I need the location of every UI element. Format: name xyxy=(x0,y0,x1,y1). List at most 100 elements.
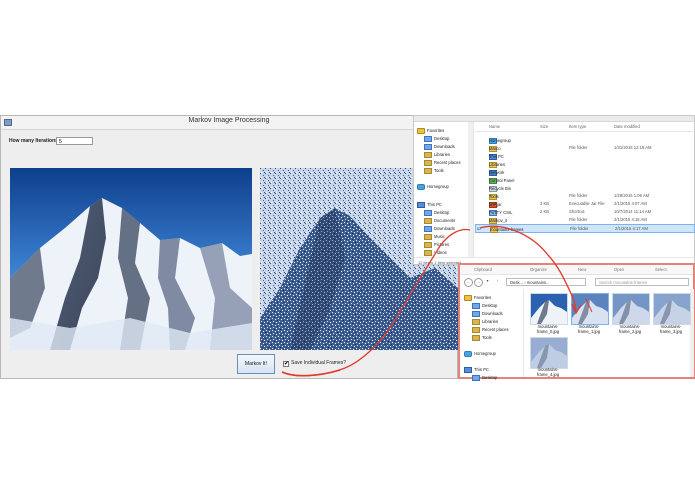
up-arrow-icon[interactable]: ↑ xyxy=(494,278,501,285)
thumbnail-frame-1[interactable] xyxy=(571,293,609,325)
ribbon-select[interactable]: Select xyxy=(655,267,667,272)
title-bar: Markov Image Processing xyxy=(1,116,457,130)
nav-desktop[interactable]: Desktop xyxy=(472,303,497,309)
desktop-icon xyxy=(424,136,432,142)
downloads-icon xyxy=(424,144,432,150)
column-item-type[interactable]: Item type xyxy=(569,124,586,129)
navigation-pane: Favorites Desktop Downloads Libraries Re… xyxy=(460,289,524,381)
file-row-homegroup[interactable]: Homegroup xyxy=(475,136,693,144)
markov-it-button[interactable]: Markov It! xyxy=(237,354,275,374)
nav-favorites[interactable]: Favorites xyxy=(417,128,444,134)
downloads-icon xyxy=(472,311,480,317)
forward-arrow-icon[interactable]: → xyxy=(474,278,483,287)
nav-downloads[interactable]: Downloads xyxy=(472,311,503,317)
thumbnail-label-4: mountains-frame_4.jpg xyxy=(536,367,560,377)
file-explorer-window: Favorites Desktop Downloads Libraries Re… xyxy=(413,115,695,265)
file-row-this-pc[interactable]: This PC xyxy=(475,152,693,160)
row-checkbox[interactable]: ☑ xyxy=(477,226,481,231)
ribbon-organize[interactable]: Organize xyxy=(530,267,547,272)
nav-scrollbar[interactable] xyxy=(468,122,473,257)
column-date-modified[interactable]: Date modified xyxy=(614,124,640,129)
original-mountain-image xyxy=(10,168,252,350)
thumbnail-frame-2[interactable] xyxy=(612,293,650,325)
thumbnail-frame-0[interactable] xyxy=(530,293,568,325)
file-row-tools[interactable]: Tools File folder 1/28/2015 1:06 AM xyxy=(475,192,693,200)
column-headers: Name Size Item type Date modified xyxy=(475,124,693,132)
file-row-markov-it[interactable]: Markov_it File folder 2/1/2015 4:15 AM xyxy=(475,216,693,224)
file-row-network[interactable]: Network xyxy=(475,168,693,176)
desktop-icon xyxy=(472,375,480,381)
homegroup-icon xyxy=(464,351,472,357)
desktop-icon xyxy=(424,210,432,216)
ribbon-new[interactable]: New xyxy=(578,267,586,272)
address-bar[interactable]: Desk... › mountains... xyxy=(506,278,586,286)
file-row-libraries[interactable]: Libraries xyxy=(475,160,693,168)
thumbnail-frame-3[interactable] xyxy=(653,293,691,325)
desktop-icon xyxy=(472,303,480,309)
thumbnail-label-2: mountains-frame_2.jpg xyxy=(618,324,642,334)
nav-recent-places[interactable]: Recent places xyxy=(472,327,509,333)
markov-app-window: Markov Image Processing How many Iterati… xyxy=(0,115,458,379)
chevron-down-icon[interactable]: ▾ xyxy=(484,278,491,285)
file-row-control-panel[interactable]: Control Panel xyxy=(475,176,693,184)
save-frames-label: Save Individual Frames? xyxy=(291,360,347,366)
navigation-pane: Favorites Desktop Downloads Libraries Re… xyxy=(414,122,474,257)
recent-places-icon xyxy=(472,327,480,333)
nav-pc-desktop[interactable]: Desktop xyxy=(424,210,449,216)
column-name[interactable]: Name xyxy=(489,124,500,129)
music-icon xyxy=(424,234,432,240)
ribbon-clipboard[interactable]: Clipboard xyxy=(474,267,492,272)
nav-this-pc[interactable]: This PC xyxy=(417,202,442,208)
ribbon-bar: Clipboard Organize New Open Select xyxy=(460,265,693,275)
folder-icon xyxy=(472,335,480,341)
frames-folder-window: Clipboard Organize New Open Select ← → ▾… xyxy=(458,263,695,381)
file-row-mip-jar[interactable]: MIP.jar 3 KB Executable Jar File 2/1/2015 4… xyxy=(475,200,693,208)
nav-pc-music[interactable]: Music xyxy=(424,234,445,240)
star-icon xyxy=(417,128,425,134)
documents-icon xyxy=(424,218,432,224)
nav-tools[interactable]: Tools xyxy=(424,168,444,174)
recent-places-icon xyxy=(424,160,432,166)
save-frames-checkbox[interactable]: ✔ xyxy=(283,361,289,367)
nav-pc-pictures[interactable]: Pictures xyxy=(424,242,449,248)
nav-homegroup[interactable]: Homegroup xyxy=(464,351,496,357)
nav-tools[interactable]: Tools xyxy=(472,335,492,341)
libraries-icon xyxy=(472,319,480,325)
nav-recent-places[interactable]: Recent places xyxy=(424,160,461,166)
nav-this-pc[interactable]: This PC xyxy=(464,367,489,373)
nav-downloads[interactable]: Downloads xyxy=(424,144,455,150)
thumbnail-label-0: mountains-frame_0.jpg xyxy=(536,324,560,334)
nav-favorites[interactable]: Favorites xyxy=(464,295,491,301)
computer-icon xyxy=(417,202,425,208)
file-row-putty[interactable]: PuTTY CSIL 2 KB Shortcut 10/7/2014 11:14 AM xyxy=(475,208,693,216)
downloads-icon xyxy=(424,226,432,232)
nav-desktop[interactable]: Desktop xyxy=(424,136,449,142)
nav-pc-documents[interactable]: Documents xyxy=(424,218,455,224)
thumbnail-frame-4[interactable] xyxy=(530,337,568,369)
iterations-label: How many Iterations: xyxy=(9,138,60,144)
homegroup-icon xyxy=(417,184,425,190)
window-title: Markov Image Processing xyxy=(188,117,270,124)
file-row-marco[interactable]: Marco File folder 1/31/2015 12:19 AM xyxy=(475,144,693,152)
iterations-input[interactable]: 5 xyxy=(56,137,93,145)
nav-homegroup[interactable]: Homegroup xyxy=(417,184,449,190)
star-icon xyxy=(464,295,472,301)
libraries-icon xyxy=(424,152,432,158)
nav-pc-downloads[interactable]: Downloads xyxy=(424,226,455,232)
thumbnail-label-3: mountains-frame_3.jpg xyxy=(659,324,683,334)
back-arrow-icon[interactable]: ← xyxy=(464,278,473,287)
thumbnail-label-1: mountains-frame_1.jpg xyxy=(577,324,601,334)
file-row-mountains-frames[interactable]: ☑ mountains-frames File folder 2/1/2015 4:1… xyxy=(475,224,695,233)
nav-libraries[interactable]: Libraries xyxy=(472,319,498,325)
ribbon-open[interactable]: Open xyxy=(614,267,624,272)
search-input[interactable]: Search mountains-frames xyxy=(595,278,689,286)
file-row-recycle-bin[interactable]: Recycle Bin xyxy=(475,184,693,192)
nav-pc-desktop[interactable]: Desktop xyxy=(472,375,497,381)
computer-icon xyxy=(464,367,472,373)
nav-libraries[interactable]: Libraries xyxy=(424,152,450,158)
videos-icon xyxy=(424,250,432,256)
folder-icon xyxy=(424,168,432,174)
address-toolbar: ← → ▾ ↑ Desk... › mountains... Search mo… xyxy=(462,277,691,287)
column-size[interactable]: Size xyxy=(540,124,548,129)
nav-pc-videos[interactable]: Videos xyxy=(424,250,447,256)
